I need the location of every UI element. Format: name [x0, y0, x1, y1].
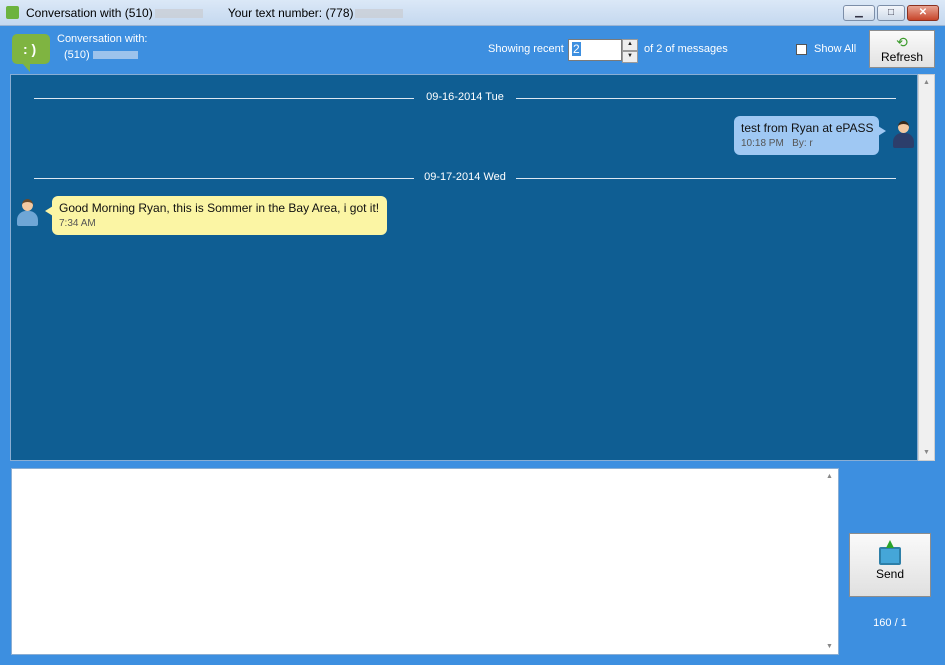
character-counter: 160 / 1: [873, 617, 907, 629]
outgoing-message-bubble[interactable]: test from Ryan at ePASS 10:18 PM By: r: [734, 116, 886, 155]
send-button[interactable]: Send: [849, 533, 931, 597]
minimize-button[interactable]: ▁: [843, 5, 875, 21]
window-title: Conversation with (510) Your text number…: [26, 6, 405, 20]
redacted-number: [92, 51, 138, 60]
refresh-icon: ⟲: [896, 34, 908, 50]
agent-avatar-icon: [892, 121, 914, 149]
stepper-down-icon[interactable]: ▼: [622, 51, 638, 63]
message-sender: By: r: [792, 138, 813, 149]
redacted-number: [154, 9, 203, 19]
title-your-number-text: Your text number: (778): [227, 6, 354, 20]
redacted-number: [355, 9, 404, 19]
conversation-header: : ) Conversation with: (510) Showing rec…: [0, 26, 945, 72]
show-all-checkbox[interactable]: [796, 44, 807, 55]
compose-textarea[interactable]: [11, 468, 839, 655]
compose-scrollbar[interactable]: ▲ ▼: [821, 469, 838, 654]
scroll-up-icon[interactable]: ▲: [826, 473, 833, 480]
conversation-panel: 09-16-2014 Tue test from Ryan at ePASS 1…: [10, 74, 918, 461]
showing-recent-label: Showing recent: [488, 43, 564, 55]
send-icon: [879, 540, 901, 565]
show-all-label[interactable]: Show All: [814, 43, 856, 55]
showing-recent-input[interactable]: 2: [568, 39, 622, 61]
title-conversation-text: Conversation with (510): [26, 6, 153, 20]
message-text: test from Ryan at ePASS: [741, 121, 874, 135]
incoming-message-bubble[interactable]: Good Morning Ryan, this is Sommer in the…: [45, 196, 387, 235]
scroll-down-icon[interactable]: ▼: [923, 449, 930, 456]
sms-icon: : ): [12, 34, 50, 72]
message-meta: 10:18 PM By: r: [741, 138, 872, 149]
scroll-down-icon[interactable]: ▼: [826, 643, 833, 650]
conversation-scrollbar[interactable]: ▲ ▼: [918, 74, 935, 461]
refresh-label: Refresh: [880, 50, 924, 64]
date-label: 09-17-2014 Wed: [424, 171, 506, 183]
conversation-number: (510): [64, 49, 138, 61]
showing-recent-stepper[interactable]: ▲ ▼: [622, 39, 638, 63]
title-bar: Conversation with (510) Your text number…: [0, 0, 945, 26]
refresh-button[interactable]: ⟲ Refresh: [869, 30, 935, 68]
conversation-label: Conversation with:: [57, 33, 148, 45]
message-text: Good Morning Ryan, this is Sommer in the…: [59, 201, 380, 215]
stepper-up-icon[interactable]: ▲: [622, 39, 638, 51]
app-icon: [6, 6, 19, 19]
close-button[interactable]: ✕: [907, 5, 939, 21]
date-separator: 09-16-2014 Tue: [34, 91, 896, 105]
message-time: 7:34 AM: [59, 218, 96, 229]
scroll-up-icon[interactable]: ▲: [923, 79, 930, 86]
date-label: 09-16-2014 Tue: [426, 91, 504, 103]
send-label: Send: [875, 567, 905, 581]
maximize-button[interactable]: □: [877, 5, 905, 21]
conversation-number-text: (510): [64, 49, 90, 61]
customer-avatar-icon: [16, 199, 38, 227]
message-count-label: of 2 of messages: [644, 43, 728, 55]
showing-recent-value: 2: [572, 42, 581, 56]
date-separator: 09-17-2014 Wed: [34, 171, 896, 185]
smiley-icon: : ): [23, 41, 37, 57]
message-time: 10:18 PM: [741, 138, 784, 149]
